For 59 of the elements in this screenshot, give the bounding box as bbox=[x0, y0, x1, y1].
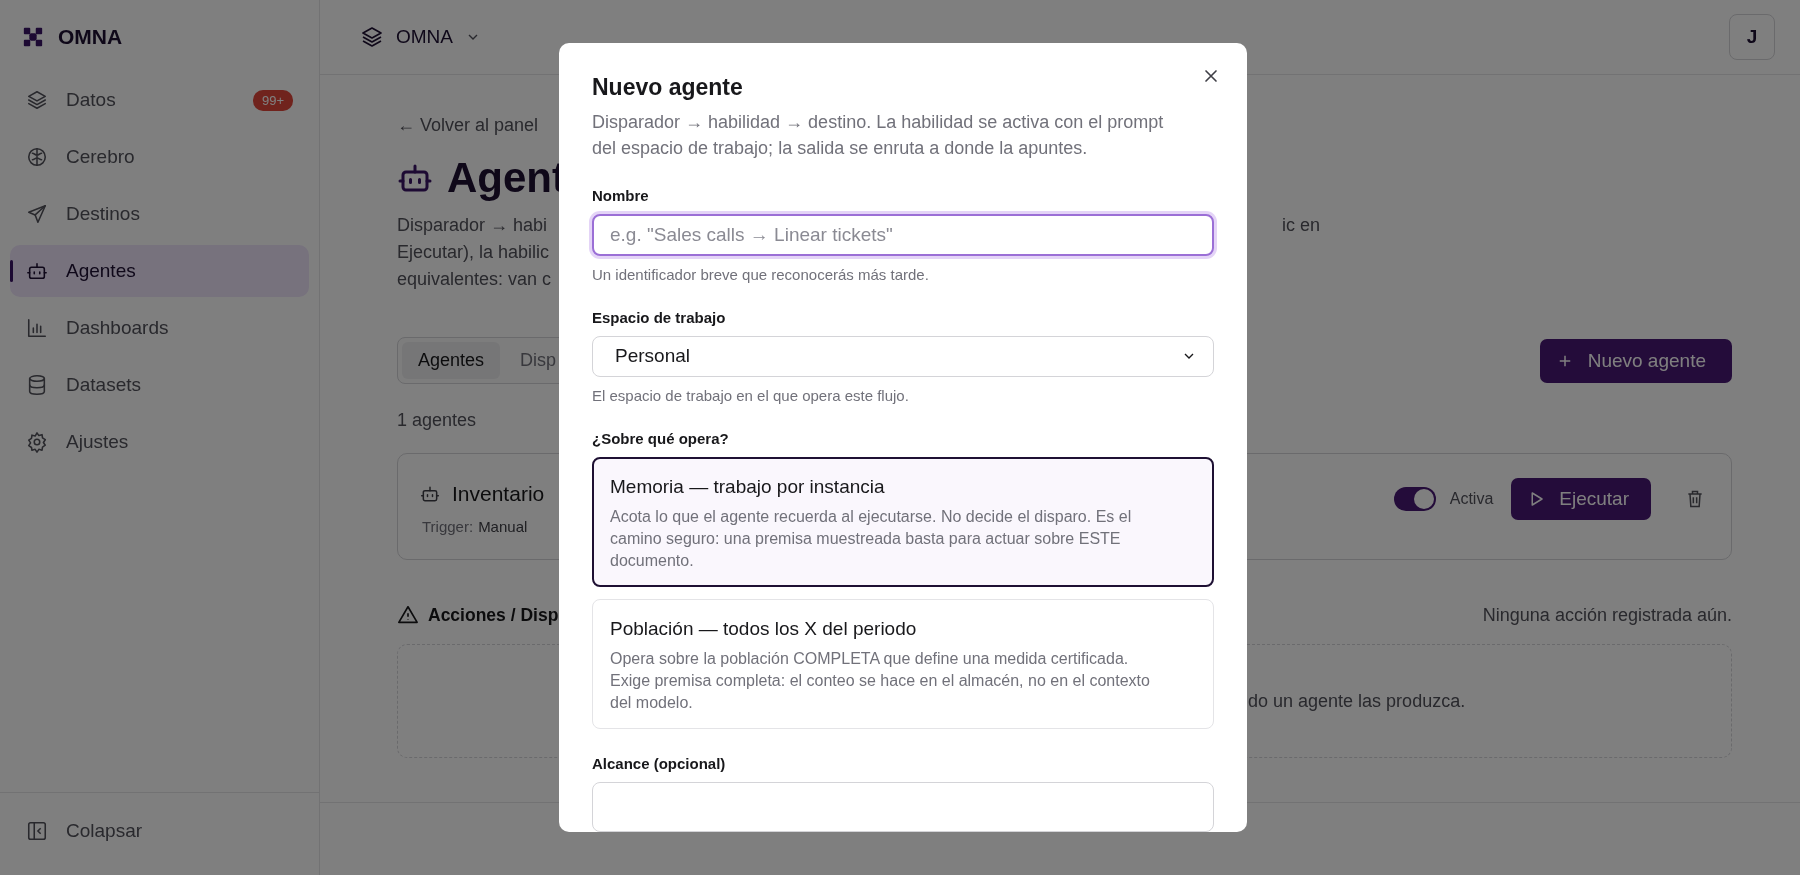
description-text: Disparador → habi bbox=[397, 214, 549, 237]
option-title: Población — todos los X del periodo bbox=[610, 618, 918, 640]
layers-icon bbox=[26, 89, 48, 111]
field-hint: El espacio de trabajo en el que opera este flujo. bbox=[592, 387, 910, 404]
send-icon bbox=[26, 203, 48, 225]
robot-icon bbox=[26, 260, 48, 282]
tab[interactable]: Agentes bbox=[402, 342, 501, 379]
collapse-button[interactable]: Colapsar bbox=[10, 805, 309, 857]
description-text: ic en bbox=[1282, 214, 1321, 237]
modal-description: Disparador → habilidad → destino. La habilidad se activa con el prompt del espacio de trabajo; la salida se enruta a donde la apuntes. bbox=[592, 111, 1165, 160]
field-label: Espacio de trabajo bbox=[592, 308, 727, 326]
section-title: Acciones / Disp bbox=[428, 604, 559, 626]
avatar-button[interactable]: J bbox=[1729, 14, 1775, 60]
sidebar-item[interactable]: Dashboards bbox=[10, 302, 309, 354]
description-text: equivalentes: van c bbox=[397, 268, 553, 291]
layers-icon bbox=[360, 25, 384, 49]
run-button[interactable]: Ejecutar bbox=[1511, 477, 1651, 520]
field-label: ¿Sobre qué opera? bbox=[592, 430, 730, 447]
robot-icon bbox=[420, 484, 440, 504]
brand-name: OMNA bbox=[58, 25, 123, 49]
warning-icon bbox=[397, 604, 419, 626]
count-badge: 99+ bbox=[252, 89, 293, 111]
trigger-label: Trigger: bbox=[422, 518, 474, 535]
empty-hint: do un agente las produzca. bbox=[1248, 690, 1466, 712]
new-agent-button[interactable]: Nuevo agente bbox=[1539, 338, 1732, 383]
scope-field[interactable] bbox=[592, 782, 1214, 832]
toggle-label: Activa bbox=[1449, 489, 1494, 508]
option-description: Acota lo que el agente recuerda al ejecutarse. No decide el disparo. Es el camino seguro: una premisa muestreada basta para actuar sobre ESTE documento. bbox=[610, 507, 1133, 571]
database-icon bbox=[26, 374, 48, 396]
sidebar-item[interactable]: Datasets bbox=[10, 359, 309, 411]
sidebar-item[interactable]: Ajustes bbox=[10, 416, 309, 468]
trash-icon[interactable] bbox=[1685, 488, 1705, 509]
option-card[interactable]: Memoria — trabajo por instancia Acota lo que el agente recuerda al ejecutarse. No decide el disparo. Es el camino seguro: una premisa muestreada basta para actuar sobre ESTE documento. bbox=[592, 457, 1214, 587]
sidebar-item[interactable]: Agentes bbox=[10, 245, 309, 297]
tab[interactable]: Disp bbox=[504, 342, 573, 379]
agent-count: 1 agentes bbox=[397, 410, 478, 431]
option-description: Opera sobre la población COMPLETA que define una medida certificada. Exige premisa completa: el conteo se hace en el almacén, no en el contexto del modelo. bbox=[610, 649, 1151, 713]
back-link[interactable]: ← Volver al panel bbox=[397, 115, 539, 136]
option-title: Memoria — trabajo por instancia bbox=[610, 476, 886, 498]
field-hint: Un identificador breve que reconocerás más tarde. bbox=[592, 265, 930, 283]
active-toggle[interactable] bbox=[1393, 486, 1436, 511]
modal-title: Nuevo agente bbox=[592, 74, 743, 101]
workspace-selector[interactable]: OMNA bbox=[356, 19, 485, 55]
bar-chart-icon bbox=[26, 317, 48, 339]
field-label: Alcance (opcional) bbox=[592, 755, 727, 772]
sidebar-item[interactable]: Cerebro bbox=[10, 131, 309, 183]
collapse-icon bbox=[26, 820, 48, 842]
logo-icon bbox=[22, 26, 44, 48]
trigger-value: Manual bbox=[478, 518, 528, 535]
description-text: Ejecutar), la habilic bbox=[397, 241, 551, 264]
workspace-select[interactable]: Personal bbox=[592, 335, 1214, 377]
name-input[interactable]: e.g. "Sales calls → Linear tickets" bbox=[592, 214, 1214, 256]
option-card[interactable]: Población — todos los X del periodo Opera sobre la población COMPLETA que define una medida certificada. Exige premisa completa: el conteo se hace en el almacén, no en el contexto del modelo. bbox=[592, 599, 1214, 729]
agent-name: Inventario bbox=[452, 482, 545, 506]
field-label: Nombre bbox=[592, 187, 650, 204]
settings-icon bbox=[26, 431, 48, 453]
empty-message: Ninguna acción registrada aún. bbox=[1482, 604, 1732, 626]
sidebar-item[interactable]: Datos 99+ bbox=[10, 74, 309, 126]
sidebar-item[interactable]: Destinos bbox=[10, 188, 309, 240]
